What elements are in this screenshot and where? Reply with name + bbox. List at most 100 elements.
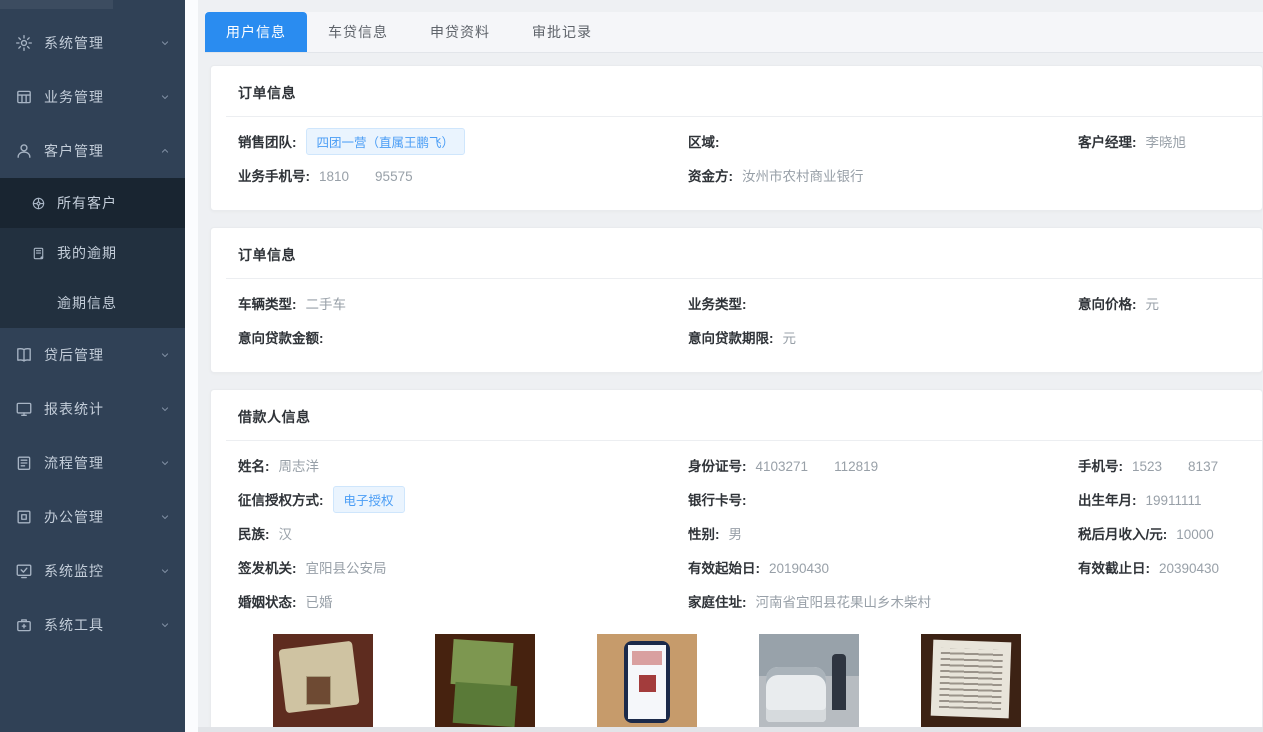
value-prefix: 1523 — [1132, 459, 1162, 474]
divider — [226, 440, 1262, 441]
field: 出生年月19911111 — [1078, 489, 1262, 509]
value-prefix: 1810 — [319, 169, 349, 184]
field-value: 20190430 — [769, 561, 829, 576]
value-suffix: 112819 — [834, 459, 878, 474]
chevron-down-icon — [159, 619, 171, 631]
toolbox-icon — [15, 616, 33, 634]
field: 婚姻状态已婚 — [238, 591, 688, 611]
field-value: 河南省宜阳县花果山乡木柴村 — [756, 595, 932, 610]
field-label: 车辆类型 — [238, 297, 297, 312]
field-row: 意向贷款金额意向贷款期限元 — [211, 320, 1262, 354]
sidebar-item-3[interactable]: 贷后管理 — [0, 328, 185, 382]
tab-1[interactable]: 车贷信息 — [307, 12, 409, 52]
photo-booklet[interactable]: 行驶证照片 — [435, 634, 535, 732]
divider — [226, 116, 1262, 117]
field: 业务类型 — [688, 293, 1078, 313]
monitor-icon — [15, 400, 33, 418]
field-value: 二手车 — [306, 297, 347, 312]
sidebar-subitem-2-0[interactable]: 所有客户 — [0, 178, 185, 228]
field-row: 销售团队四团一营（直属王鹏飞）区域客户经理李晓旭 — [211, 124, 1262, 158]
field-label: 婚姻状态 — [238, 595, 297, 610]
sidebar-divider — [185, 0, 198, 732]
card-2: 借款人信息姓名周志洋身份证号4103271112819手机号15238137征信… — [210, 389, 1263, 732]
card-0: 订单信息销售团队四团一营（直属王鹏飞）区域客户经理李晓旭业务手机号1810955… — [210, 65, 1263, 211]
photo-phone[interactable]: 征信授权 — [597, 634, 697, 732]
field-label: 意向贷款金额 — [238, 331, 324, 346]
notebook-icon — [31, 246, 46, 261]
field-value: 元 — [1146, 297, 1160, 312]
sidebar-subitem-label: 逾期信息 — [57, 293, 117, 313]
field-value: 汝州市农村商业银行 — [742, 169, 864, 184]
field-label: 签发机关 — [238, 561, 297, 576]
field-label: 客户经理 — [1078, 135, 1137, 150]
field: 业务手机号181095575 — [238, 165, 688, 185]
user-icon — [15, 142, 33, 160]
field: 签发机关宜阳县公安局 — [238, 557, 688, 577]
photo-doc[interactable]: 其他材料 — [921, 634, 1021, 732]
field: 银行卡号 — [688, 489, 1078, 509]
field-label: 民族 — [238, 527, 270, 542]
doc-image — [921, 634, 1021, 730]
field-value: 10000 — [1176, 527, 1214, 542]
field: 性别男 — [688, 523, 1078, 543]
field-label: 家庭住址 — [688, 595, 747, 610]
chevron-down-icon — [159, 37, 171, 49]
sidebar-item-8[interactable]: 系统工具 — [0, 598, 185, 652]
car-image — [759, 634, 859, 730]
sidebar-subitem-2-2[interactable]: 逾期信息 — [0, 278, 185, 328]
sidebar-item-1[interactable]: 业务管理 — [0, 70, 185, 124]
chevron-down-icon — [159, 403, 171, 415]
field-label: 银行卡号 — [688, 493, 747, 508]
main-content: 用户信息车贷信息申贷资料审批记录 订单信息销售团队四团一营（直属王鹏飞）区域客户… — [198, 0, 1263, 732]
tab-0[interactable]: 用户信息 — [205, 12, 307, 52]
photo-car[interactable]: 人车合影 — [759, 634, 859, 732]
divider — [226, 278, 1262, 279]
tab-2[interactable]: 申贷资料 — [409, 12, 511, 52]
field: 民族汉 — [238, 523, 688, 543]
sidebar-item-7[interactable]: 系统监控 — [0, 544, 185, 598]
value-suffix: 8137 — [1188, 459, 1218, 474]
sidebar-subitem-label: 所有客户 — [57, 193, 117, 213]
field: 有效起始日20190430 — [688, 557, 1078, 577]
field-label: 意向价格 — [1078, 297, 1137, 312]
sidebar-item-label: 贷后管理 — [44, 345, 159, 365]
field-label: 征信授权方式 — [238, 493, 324, 508]
sidebar-subitem-label: 我的逾期 — [57, 243, 117, 263]
field-label: 业务手机号 — [238, 169, 310, 184]
sidebar-item-0[interactable]: 系统管理 — [0, 16, 185, 70]
panel-icon — [15, 508, 33, 526]
sidebar-item-5[interactable]: 流程管理 — [0, 436, 185, 490]
sidebar-item-2[interactable]: 客户管理 — [0, 124, 185, 178]
field-row: 业务手机号181095575资金方汝州市农村商业银行 — [211, 158, 1262, 192]
sidebar-item-label: 系统监控 — [44, 561, 159, 581]
field: 客户经理李晓旭 — [1078, 131, 1262, 151]
detail-cards: 订单信息销售团队四团一营（直属王鹏飞）区域客户经理李晓旭业务手机号1810955… — [205, 65, 1263, 732]
sidebar-subitem-2-1[interactable]: 我的逾期 — [0, 228, 185, 278]
field: 意向价格元 — [1078, 293, 1262, 313]
book-icon — [15, 346, 33, 364]
sidebar: 系统管理业务管理客户管理所有客户我的逾期逾期信息贷后管理报表统计流程管理办公管理… — [0, 0, 185, 732]
sidebar-item-label: 办公管理 — [44, 507, 159, 527]
field-label: 区域 — [688, 135, 720, 150]
sidebar-item-4[interactable]: 报表统计 — [0, 382, 185, 436]
chevron-up-icon — [159, 145, 171, 157]
field: 姓名周志洋 — [238, 455, 688, 475]
field-tag: 电子授权 — [333, 486, 405, 513]
field: 家庭住址河南省宜阳县花果山乡木柴村 — [688, 591, 1078, 611]
field-label: 手机号 — [1078, 459, 1123, 474]
tab-3[interactable]: 审批记录 — [511, 12, 613, 52]
photo-id-card[interactable]: 身份证 — [273, 634, 373, 732]
clipboard-icon — [15, 454, 33, 472]
field-value: 男 — [729, 527, 743, 542]
field-value: 20390430 — [1159, 561, 1219, 576]
chevron-down-icon — [159, 91, 171, 103]
gear-icon — [15, 34, 33, 52]
field-label: 身份证号 — [688, 459, 747, 474]
card-title: 订单信息 — [211, 228, 1262, 278]
booklet-image — [435, 634, 535, 730]
horizontal-scrollbar[interactable] — [198, 727, 1263, 732]
card-1: 订单信息车辆类型二手车 业务类型意向价格元意向贷款金额意向贷款期限元 — [210, 227, 1263, 373]
field-value: 19911111 — [1146, 493, 1202, 508]
sidebar-item-6[interactable]: 办公管理 — [0, 490, 185, 544]
sidebar-item-label: 客户管理 — [44, 141, 159, 161]
